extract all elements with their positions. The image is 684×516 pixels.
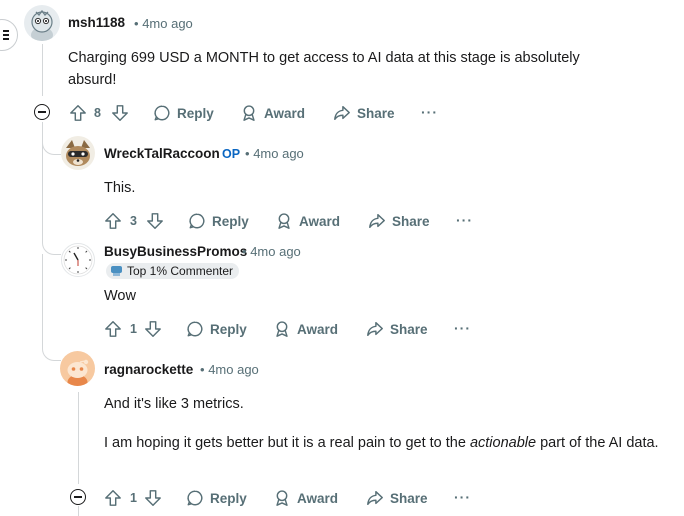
reply-label: Reply — [212, 213, 249, 229]
vote-count: 1 — [130, 491, 137, 505]
upvote-icon[interactable] — [104, 489, 122, 507]
avatar[interactable] — [60, 351, 95, 386]
reply-icon — [188, 212, 206, 230]
comment-text: part of the AI data. — [536, 435, 659, 451]
thread-connector — [42, 330, 61, 361]
share-button[interactable]: Share — [366, 489, 428, 507]
collapse-icon[interactable] — [70, 489, 86, 505]
collapse-icon[interactable] — [34, 104, 50, 120]
award-label: Award — [299, 213, 341, 229]
award-icon — [275, 212, 293, 230]
badge-label: Top 1% Commenter — [127, 264, 234, 278]
thread-line — [78, 506, 79, 516]
separator-dot: • — [242, 244, 247, 259]
thread-line — [78, 392, 79, 484]
award-button[interactable]: Award — [273, 489, 338, 507]
vote-count: 3 — [130, 214, 137, 228]
share-icon — [368, 212, 386, 230]
share-icon — [366, 489, 384, 507]
avatar[interactable] — [61, 243, 95, 277]
separator-dot: • — [245, 146, 250, 161]
more-options-button[interactable]: ··· — [421, 104, 438, 120]
reply-button[interactable]: Reply — [186, 489, 247, 507]
award-icon — [240, 104, 258, 122]
comment-author[interactable]: ragnarockette — [104, 362, 193, 377]
upvote-icon[interactable] — [104, 212, 122, 230]
reply-label: Reply — [210, 321, 247, 337]
reply-icon — [186, 320, 204, 338]
reply-icon — [186, 489, 204, 507]
award-button[interactable]: Award — [273, 320, 338, 338]
share-label: Share — [390, 321, 428, 337]
more-options-button[interactable]: ··· — [454, 320, 471, 336]
comment-timestamp: • 4mo ago — [200, 362, 259, 377]
share-button[interactable]: Share — [368, 212, 430, 230]
share-label: Share — [390, 490, 428, 506]
timestamp: 4mo ago — [250, 244, 301, 259]
comment-body: Wow — [104, 288, 136, 304]
comment-body-paragraph: I am hoping it gets better but it is a r… — [104, 432, 664, 454]
share-label: Share — [357, 105, 395, 121]
avatar[interactable] — [61, 136, 95, 170]
award-label: Award — [297, 321, 339, 337]
comment-author[interactable]: msh1188 — [68, 15, 125, 30]
reply-icon — [153, 104, 171, 122]
award-icon — [273, 489, 291, 507]
menu-icon[interactable] — [0, 19, 18, 51]
share-button[interactable]: Share — [333, 104, 395, 122]
downvote-icon[interactable] — [111, 104, 129, 122]
reply-button[interactable]: Reply — [153, 104, 214, 122]
upvote-icon[interactable] — [104, 320, 122, 338]
award-label: Award — [264, 105, 306, 121]
vote-count: 1 — [130, 322, 137, 336]
avatar[interactable] — [24, 5, 60, 41]
comment-body: Charging 699 USD a MONTH to get access t… — [68, 50, 580, 88]
thread-connector — [42, 232, 61, 255]
share-icon — [333, 104, 351, 122]
timestamp: 4mo ago — [142, 16, 193, 31]
reply-button[interactable]: Reply — [186, 320, 247, 338]
upvote-icon[interactable] — [69, 104, 87, 122]
vote-count: 8 — [94, 106, 101, 120]
comment-timestamp: • 4mo ago — [245, 146, 304, 161]
share-label: Share — [392, 213, 430, 229]
award-button[interactable]: Award — [275, 212, 340, 230]
award-label: Award — [297, 490, 339, 506]
comment-author[interactable]: WreckTalRaccoon — [104, 146, 220, 161]
timestamp: 4mo ago — [253, 146, 304, 161]
comment-timestamp: • 4mo ago — [134, 16, 193, 31]
reply-label: Reply — [177, 105, 214, 121]
downvote-icon[interactable] — [146, 212, 164, 230]
timestamp: 4mo ago — [208, 362, 259, 377]
award-icon — [273, 320, 291, 338]
thread-line — [42, 254, 43, 340]
separator-dot: • — [134, 16, 139, 31]
comment-text: I am hoping it gets better but it is a r… — [104, 435, 470, 451]
award-button[interactable]: Award — [240, 104, 305, 122]
separator-dot: • — [200, 362, 205, 377]
comment-timestamp: • 4mo ago — [242, 244, 301, 259]
comment-author[interactable]: BusyBusinessPromos — [104, 244, 247, 259]
comment-body-paragraph: And it's like 3 metrics. — [104, 396, 244, 412]
thread-line — [42, 44, 43, 96]
top-commenter-badge: Top 1% Commenter — [106, 263, 240, 279]
share-icon — [366, 320, 384, 338]
commenter-badge-icon — [111, 266, 122, 276]
comment-body: This. — [104, 180, 136, 196]
more-options-button[interactable]: ··· — [454, 489, 471, 505]
reply-label: Reply — [210, 490, 247, 506]
more-options-button[interactable]: ··· — [456, 212, 473, 228]
emphasis-text: actionable — [469, 435, 537, 451]
reply-button[interactable]: Reply — [188, 212, 249, 230]
share-button[interactable]: Share — [366, 320, 428, 338]
downvote-icon[interactable] — [144, 320, 162, 338]
thread-connector — [42, 130, 61, 155]
downvote-icon[interactable] — [144, 489, 162, 507]
op-badge: OP — [222, 147, 241, 161]
